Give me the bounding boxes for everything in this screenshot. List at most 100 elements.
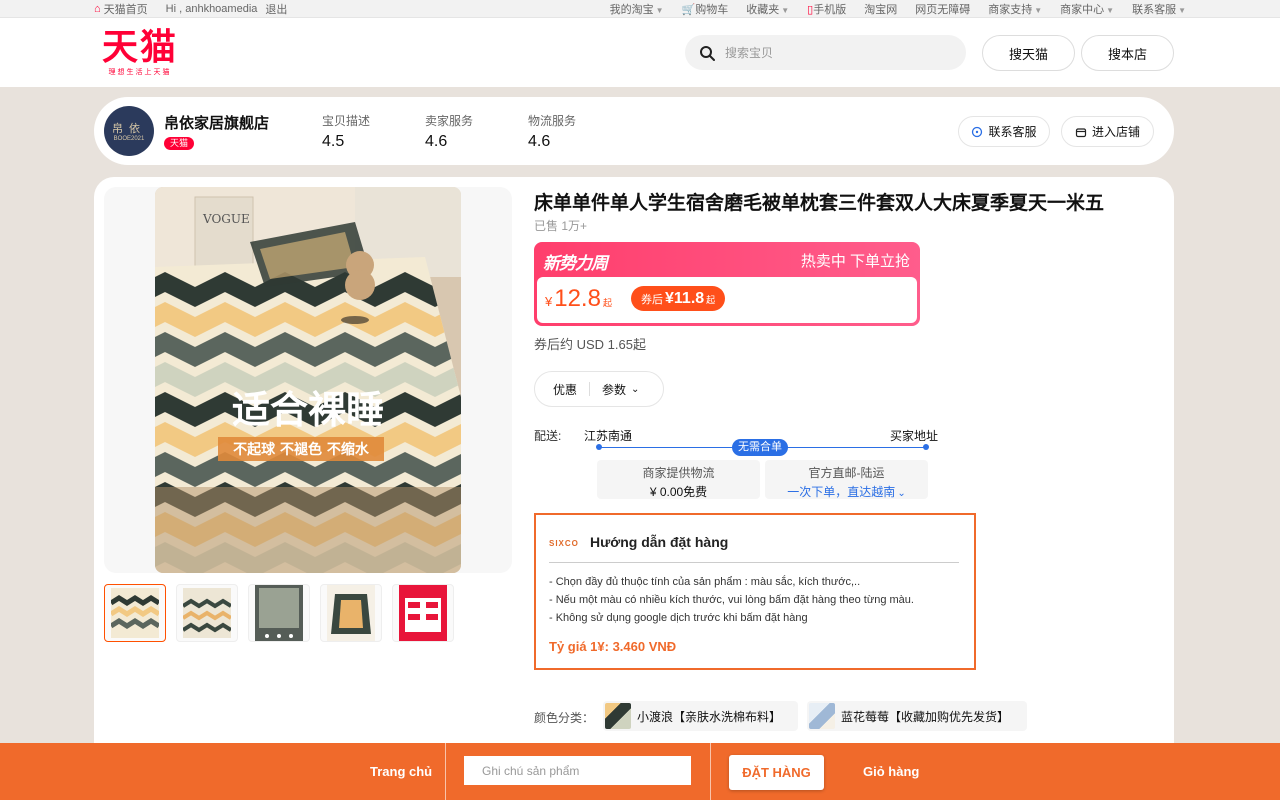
no-merge-badge: 无需合单 xyxy=(732,439,788,456)
route-end-dot xyxy=(923,444,929,450)
thumbnail-2[interactable] xyxy=(176,584,238,642)
price-area: ¥ 12.8 起 券后 ¥11.8 起 xyxy=(537,277,917,323)
color-option[interactable]: 小渡浪【亲肤水洗棉布料】 xyxy=(603,701,798,731)
direct-mail-box[interactable]: 官方直邮-陆运 一次下单，直达越南 ⌄ xyxy=(765,460,928,499)
product-title: 床单单件单人学生宿舍磨毛被单枕套三件套双人大床夏季夏天一米五 xyxy=(534,193,1105,214)
chevron-down-icon: ⌄ xyxy=(897,488,906,499)
coupon-amount: ¥11.8 xyxy=(665,290,705,307)
thumbnail-strip xyxy=(104,584,454,642)
chevron-down-icon[interactable]: ⌄ xyxy=(631,384,639,395)
mobile-label: 手机版 xyxy=(813,3,847,16)
search-store-button[interactable]: 搜本店 xyxy=(1081,35,1174,71)
logo-slogan: 理想生活上天猫 xyxy=(108,68,172,76)
vogue-text: VOGUE xyxy=(202,212,250,226)
greeting-text: Hi , anhkhoamedia xyxy=(165,2,258,15)
color-swatch xyxy=(809,703,835,729)
contact-service-button[interactable]: 联系客服 xyxy=(958,116,1050,147)
color-option-label: 蓝花莓莓【收藏加购优先发货】 xyxy=(841,709,1010,724)
product-main-image[interactable]: VOGUE 适合裸睡 不起球 不褪色 不缩水 xyxy=(155,187,461,573)
merchant-support-label: 商家支持 xyxy=(988,3,1033,16)
direct-mail-note: 一次下单，直达越南 ⌄ xyxy=(765,483,928,500)
divider xyxy=(589,382,591,396)
score-label: 宝贝描述 xyxy=(322,113,371,128)
store-icon xyxy=(1075,127,1087,137)
accessibility-link[interactable]: 网页无障碍 xyxy=(915,1,970,17)
score-service: 卖家服务 4.6 xyxy=(425,112,520,151)
chevron-down-icon: ▼ xyxy=(1178,5,1186,15)
tmall-home-label: 天猫首页 xyxy=(103,3,148,16)
sold-count: 已售 1万+ xyxy=(534,219,588,233)
score-value: 4.6 xyxy=(528,132,551,150)
merchant-center-label: 商家中心 xyxy=(1060,3,1105,16)
headset-icon xyxy=(972,126,983,137)
coupon-suffix: 起 xyxy=(706,295,716,305)
top-nav-bar: ⌂ 天猫首页 Hi , anhkhoamedia 退出 我的淘宝 ▼ 🛒购物车 收… xyxy=(0,0,1280,18)
merchant-support-link[interactable]: 商家支持 ▼ xyxy=(988,1,1042,17)
enter-store-label: 进入店铺 xyxy=(1091,125,1140,139)
guide-divider xyxy=(549,562,959,563)
color-option[interactable]: 蓝花莓莓【收藏加购优先发货】 xyxy=(807,701,1027,731)
guide-title: Hướng dẫn đặt hàng xyxy=(590,534,729,550)
coupon-label: 券后 xyxy=(641,294,663,306)
color-swatch xyxy=(605,703,631,729)
direct-mail-text: 一次下单，直达越南 xyxy=(787,485,896,499)
shop-avatar[interactable]: 帛依 BOOE2021 xyxy=(104,106,154,156)
tab-discount[interactable]: 优惠 xyxy=(553,381,577,398)
taobao-link[interactable]: 淘宝网 xyxy=(864,1,897,17)
score-logistics: 物流服务 4.6 xyxy=(528,112,623,151)
divider xyxy=(710,743,711,800)
shop-name[interactable]: 帛依家居旗舰店 xyxy=(164,112,314,133)
home-icon: ⌂ xyxy=(94,2,101,15)
my-taobao-link[interactable]: 我的淘宝 ▼ xyxy=(610,1,664,17)
thumbnail-3[interactable] xyxy=(248,584,310,642)
search-tmall-button[interactable]: 搜天猫 xyxy=(982,35,1075,71)
merchant-logistics-box: 商家提供物流 ¥ 0.00免费 xyxy=(597,460,760,499)
merchant-center-link[interactable]: 商家中心 ▼ xyxy=(1060,1,1114,17)
logout-link[interactable]: 退出 xyxy=(265,1,287,17)
usd-price: 券后约 USD 1.65起 xyxy=(534,337,646,352)
promo-event-tag: 新势力周 xyxy=(543,254,608,273)
price-suffix: 起 xyxy=(602,298,612,308)
thumbnail-1[interactable] xyxy=(104,584,166,642)
guide-line: - Nếu một màu có nhiều kích thước, vui l… xyxy=(549,594,914,606)
home-button[interactable]: Trang chủ xyxy=(370,764,432,779)
color-option-label: 小渡浪【亲肤水洗棉布料】 xyxy=(637,709,782,724)
logo-text: 天猫 xyxy=(101,26,178,68)
guide-line: - Chọn đầy đủ thuộc tính của sản phẩm : … xyxy=(549,576,861,588)
tmall-logo[interactable]: 天猫 理想生活上天猫 xyxy=(100,26,180,77)
favorites-link[interactable]: 收藏夹 ▼ xyxy=(746,1,789,17)
enter-store-button[interactable]: 进入店铺 xyxy=(1061,116,1154,147)
discount-params-pill: 优惠 参数 ⌄ xyxy=(534,371,664,407)
coupon-price-badge[interactable]: 券后 ¥11.8 起 xyxy=(631,286,726,311)
price-currency: ¥ xyxy=(545,294,553,309)
product-panel: VOGUE 适合裸睡 不起球 不褪色 不缩水 床单单件单人学生宿舍磨毛被单枕套三… xyxy=(94,177,1174,800)
logistics-title: 商家提供物流 xyxy=(642,466,715,480)
score-description: 宝贝描述 4.5 xyxy=(322,112,417,151)
thumbnail-5[interactable] xyxy=(392,584,454,642)
cart-link[interactable]: 🛒购物车 xyxy=(682,1,729,17)
price: ¥ 12.8 起 xyxy=(545,285,612,313)
promo-price-box: 新势力周 热卖中 下单立抢 ¥ 12.8 起 券后 ¥11.8 起 xyxy=(534,242,920,326)
mobile-link[interactable]: ▯手机版 xyxy=(807,1,846,17)
chevron-down-icon: ▼ xyxy=(1034,5,1043,15)
search-icon[interactable] xyxy=(699,45,715,61)
tmall-badge: 天猫 xyxy=(164,137,195,150)
exchange-rate: Tỷ giá 1¥: 3.460 VNĐ xyxy=(549,639,677,654)
avatar-text: 帛依 xyxy=(112,123,146,135)
contact-service-link[interactable]: 联系客服 ▼ xyxy=(1132,1,1186,17)
site-header: 天猫 理想生活上天猫 搜天猫 搜本店 xyxy=(0,18,1280,87)
product-note-input[interactable] xyxy=(464,756,691,785)
shipping-label: 配送: xyxy=(534,429,562,443)
score-value: 4.5 xyxy=(322,132,345,150)
search-box xyxy=(685,35,966,70)
tmall-home-link[interactable]: ⌂ 天猫首页 xyxy=(94,1,148,17)
cart-button[interactable]: Giỏ hàng xyxy=(863,764,919,779)
shop-name-block: 帛依家居旗舰店 天猫 xyxy=(164,112,314,150)
search-input[interactable] xyxy=(725,45,945,60)
place-order-button[interactable]: ĐẶT HÀNG xyxy=(729,755,824,790)
favorites-label: 收藏夹 xyxy=(746,3,780,16)
thumbnail-4[interactable] xyxy=(320,584,382,642)
ship-to[interactable]: 买家地址 xyxy=(890,427,938,444)
tab-params[interactable]: 参数 xyxy=(602,381,626,398)
chevron-down-icon: ▼ xyxy=(655,5,664,15)
